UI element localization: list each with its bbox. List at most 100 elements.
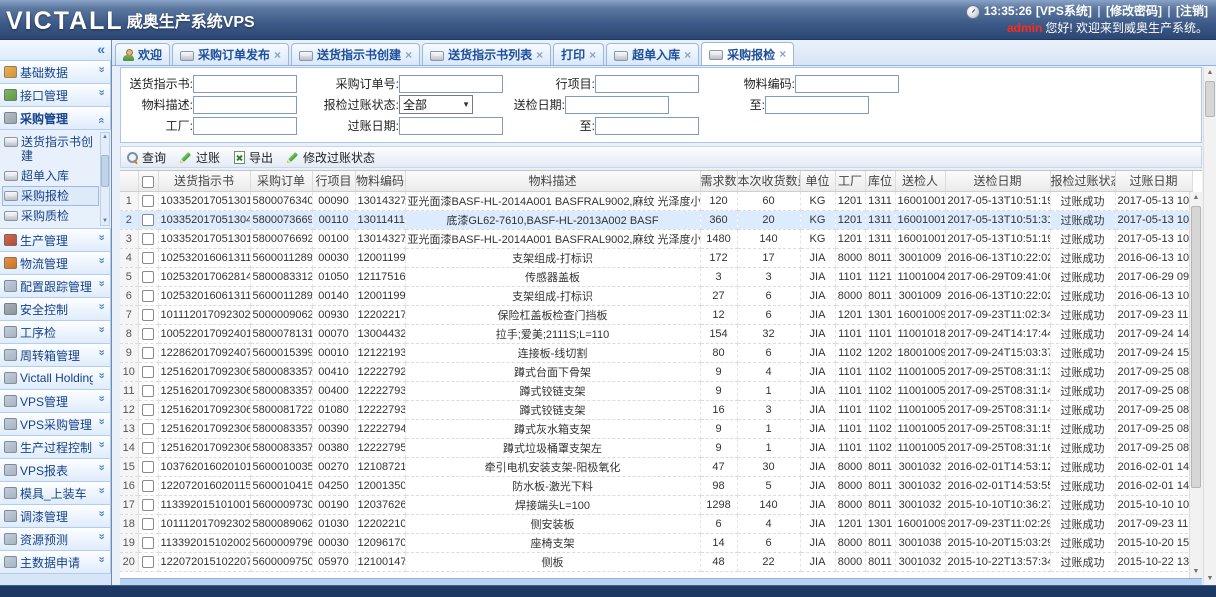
row-checkbox[interactable] bbox=[142, 442, 154, 454]
tab-2[interactable]: 送货指示书创建× bbox=[291, 43, 420, 65]
close-icon[interactable]: × bbox=[405, 50, 412, 60]
table-row[interactable]: 110335201705130158000763400009013014327亚… bbox=[120, 191, 1192, 210]
table-row[interactable]: 1312516201709230658000833570039012222794… bbox=[120, 419, 1192, 438]
tab-4[interactable]: 打印× bbox=[553, 43, 604, 65]
column-header-4[interactable]: 物料描述 bbox=[405, 171, 700, 191]
sidebar-group-13[interactable]: VPS报表» bbox=[0, 459, 111, 482]
table-row[interactable]: 1510376201602010156000100350027012108721… bbox=[120, 457, 1192, 476]
sidebar-group-9[interactable]: Victall Holding» bbox=[0, 367, 111, 390]
sidebar-item-2[interactable]: 采购报检 bbox=[2, 186, 99, 206]
column-header-6[interactable]: 本次收货数量 bbox=[737, 171, 800, 191]
sidebar-item-0[interactable]: 送货指示书创建 bbox=[2, 132, 99, 166]
scroll-thumb[interactable] bbox=[1191, 206, 1201, 488]
close-icon[interactable]: × bbox=[779, 49, 786, 59]
form-input-0-3[interactable] bbox=[795, 75, 899, 93]
scroll-down-icon[interactable]: ▼ bbox=[1193, 566, 1200, 578]
scroll-thumb[interactable] bbox=[101, 155, 109, 187]
sidebar-group-5[interactable]: 配置跟踪管理» bbox=[0, 275, 111, 298]
form-input-0-1[interactable] bbox=[399, 75, 503, 93]
row-checkbox[interactable] bbox=[142, 537, 154, 549]
toolbar-button-2[interactable]: 导出 bbox=[234, 149, 273, 166]
sidebar-group-1[interactable]: 接口管理» bbox=[0, 84, 111, 107]
table-row[interactable]: 1711339201510100156000097300019012037626… bbox=[120, 495, 1192, 514]
table-row[interactable]: 410253201606131156000112890003012001199支… bbox=[120, 248, 1192, 267]
tab-5[interactable]: 超单入库× bbox=[606, 43, 699, 65]
close-icon[interactable]: × bbox=[589, 50, 596, 60]
sidebar-item-1[interactable]: 超单入库 bbox=[2, 166, 99, 186]
row-checkbox[interactable] bbox=[142, 328, 154, 340]
column-header-5[interactable]: 需求数量 bbox=[700, 171, 737, 191]
table-row[interactable]: 1612207201602011556000104150425012001350… bbox=[120, 476, 1192, 495]
close-icon[interactable]: × bbox=[274, 50, 281, 60]
submenu-scrollbar[interactable]: ▲▼ bbox=[100, 132, 110, 226]
sidebar-group-14[interactable]: 模具_上装车» bbox=[0, 482, 111, 505]
row-checkbox[interactable] bbox=[142, 480, 154, 492]
row-checkbox[interactable] bbox=[142, 461, 154, 473]
form-input-2-2[interactable] bbox=[595, 117, 699, 135]
sidebar-group-2[interactable]: 采购管理» bbox=[0, 107, 111, 130]
table-row[interactable]: 510253201706281458000833120105012117516传… bbox=[120, 267, 1192, 286]
row-checkbox[interactable] bbox=[142, 252, 154, 264]
row-checkbox[interactable] bbox=[142, 309, 154, 321]
column-header-2[interactable]: 行项目 bbox=[312, 171, 355, 191]
sidebar-group-7[interactable]: 工序检» bbox=[0, 321, 111, 344]
tab-3[interactable]: 送货指示书列表× bbox=[422, 43, 551, 65]
row-checkbox[interactable] bbox=[142, 214, 154, 226]
row-checkbox[interactable] bbox=[142, 499, 154, 511]
sidebar-group-11[interactable]: VPS采购管理» bbox=[0, 413, 111, 436]
table-row[interactable]: 810052201709240158000781310007013004432拉… bbox=[120, 324, 1192, 343]
row-checkbox[interactable] bbox=[142, 423, 154, 435]
sidebar-group-4[interactable]: 物流管理» bbox=[0, 252, 111, 275]
sidebar-item-3[interactable]: 采购质检 bbox=[2, 206, 99, 226]
toolbar-button-3[interactable]: 修改过账状态 bbox=[287, 149, 375, 166]
header-link-2[interactable]: [注销] bbox=[1176, 4, 1208, 18]
toolbar-button-1[interactable]: 过账 bbox=[180, 149, 220, 166]
form-input-0-2[interactable] bbox=[595, 75, 699, 93]
select-all-checkbox[interactable] bbox=[142, 176, 154, 188]
posting-status-select[interactable]: 全部▼ bbox=[399, 95, 473, 114]
column-header-1[interactable]: 采购订单 bbox=[250, 171, 312, 191]
form-input-1-3[interactable] bbox=[765, 96, 869, 114]
table-row[interactable]: 1112516201709230658000833570040012222793… bbox=[120, 381, 1192, 400]
table-row[interactable]: 1212516201709230658000817220108012222793… bbox=[120, 400, 1192, 419]
row-checkbox[interactable] bbox=[142, 233, 154, 245]
column-header-12[interactable]: 报检过账状态 bbox=[1050, 171, 1115, 191]
toolbar-button-0[interactable]: 查询 bbox=[127, 149, 166, 166]
sidebar-group-15[interactable]: 调漆管理» bbox=[0, 505, 111, 528]
header-link-0[interactable]: [VPS系统] bbox=[1036, 4, 1092, 18]
form-input-2-1[interactable] bbox=[399, 117, 503, 135]
table-scrollbar[interactable]: ▲ ▼ bbox=[1189, 192, 1202, 578]
scroll-up-icon[interactable]: ▲ bbox=[1207, 67, 1214, 79]
column-header-8[interactable]: 工厂 bbox=[835, 171, 865, 191]
column-header-10[interactable]: 送检人 bbox=[895, 171, 945, 191]
tab-6[interactable]: 采购报检× bbox=[701, 42, 794, 65]
column-header-13[interactable]: 过账日期 bbox=[1115, 171, 1192, 191]
sidebar-group-12[interactable]: 生产过程控制» bbox=[0, 436, 111, 459]
scroll-up-icon[interactable]: ▲ bbox=[1193, 192, 1200, 204]
row-checkbox[interactable] bbox=[142, 347, 154, 359]
form-input-1-2[interactable] bbox=[565, 96, 669, 114]
sidebar-group-8[interactable]: 周转箱管理» bbox=[0, 344, 111, 367]
close-icon[interactable]: × bbox=[684, 50, 691, 60]
table-row[interactable]: 1012516201709230658000833570041012222792… bbox=[120, 362, 1192, 381]
table-row[interactable]: 2012207201510220756000097500597012100147… bbox=[120, 552, 1192, 571]
tab-1[interactable]: 采购订单发布× bbox=[172, 43, 289, 65]
page-scrollbar[interactable]: ▲ ▼ bbox=[1203, 67, 1216, 585]
sidebar-group-16[interactable]: 资源预测» bbox=[0, 528, 111, 551]
table-row[interactable]: 1911339201510200256000097960003012096170… bbox=[120, 533, 1192, 552]
row-checkbox[interactable] bbox=[142, 518, 154, 530]
column-header-3[interactable]: 物料编码 bbox=[355, 171, 405, 191]
row-checkbox[interactable] bbox=[142, 366, 154, 378]
table-row[interactable]: 710111201709230250000090620093012202217保… bbox=[120, 305, 1192, 324]
form-input-2-0[interactable] bbox=[193, 117, 297, 135]
scroll-thumb[interactable] bbox=[1205, 81, 1215, 117]
scroll-down-icon[interactable]: ▼ bbox=[1207, 573, 1214, 585]
row-checkbox[interactable] bbox=[142, 385, 154, 397]
close-icon[interactable]: × bbox=[536, 50, 543, 60]
scroll-up-icon[interactable]: ▲ bbox=[102, 133, 108, 141]
sidebar-group-3[interactable]: 生产管理» bbox=[0, 229, 111, 252]
tab-welcome[interactable]: 欢迎 bbox=[115, 43, 170, 65]
sidebar-group-10[interactable]: VPS管理» bbox=[0, 390, 111, 413]
column-header-0[interactable]: 送货指示书 bbox=[158, 171, 250, 191]
table-row[interactable]: 210335201705130458000736690011013011411底… bbox=[120, 210, 1192, 229]
